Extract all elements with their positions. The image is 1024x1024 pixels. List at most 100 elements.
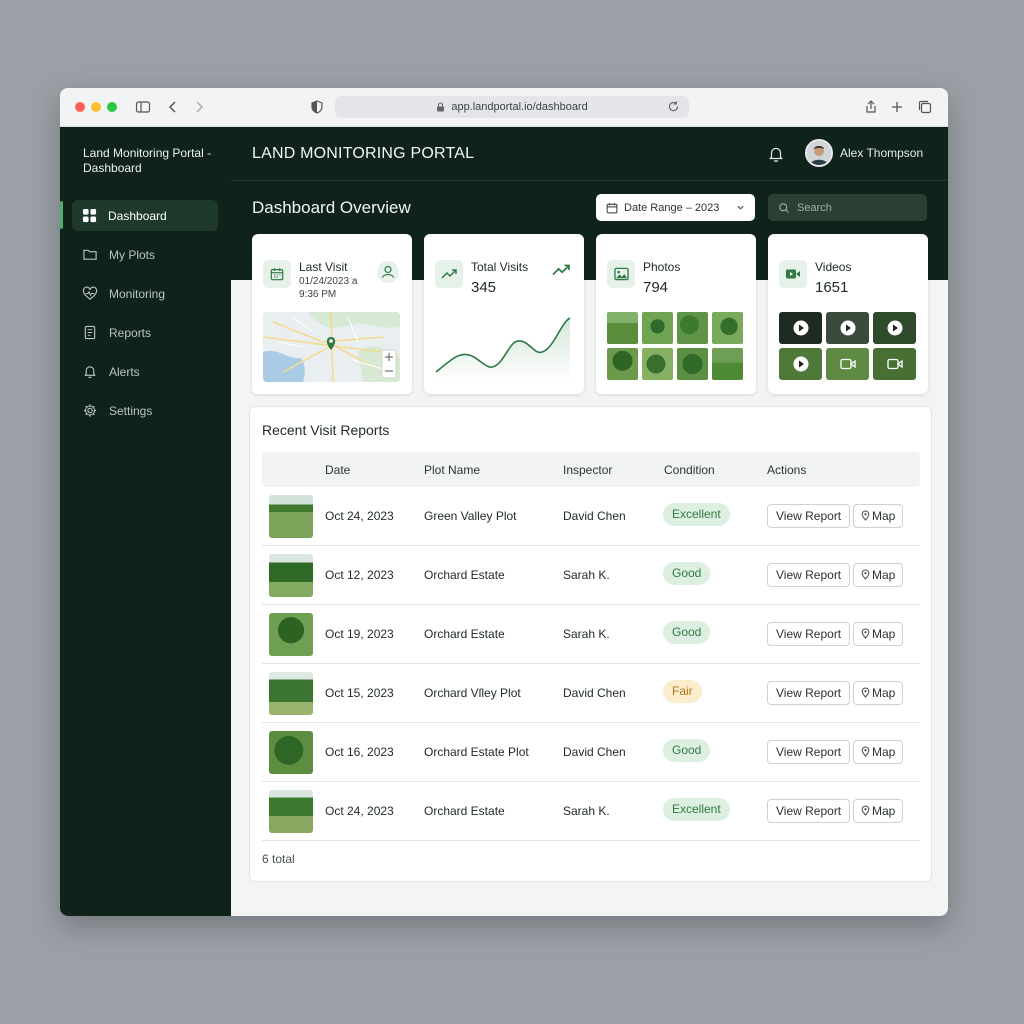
sidebar-item-my-plots[interactable]: My Plots xyxy=(72,239,218,270)
column-header-condition[interactable]: Condition xyxy=(664,463,715,477)
sidebar-item-reports[interactable]: Reports xyxy=(72,317,218,348)
photo-thumbnail[interactable] xyxy=(677,348,708,380)
sidebar-item-settings[interactable]: Settings xyxy=(72,395,218,426)
plot-thumbnail[interactable] xyxy=(269,672,313,715)
map-pin-icon xyxy=(861,510,870,521)
plot-thumbnail[interactable] xyxy=(269,613,313,656)
sidebar-item-label: Settings xyxy=(109,403,153,418)
map-button[interactable]: Map xyxy=(853,504,904,528)
cell-date: Oct 24, 2023 xyxy=(325,509,394,523)
tab-overview-icon[interactable] xyxy=(917,99,933,115)
play-icon xyxy=(793,320,808,336)
last-visit-value: 01/24/2023 a 9:36 PM xyxy=(299,276,358,300)
photo-thumbnail[interactable] xyxy=(642,348,673,380)
video-thumbnail[interactable] xyxy=(873,348,916,380)
plot-thumbnail[interactable] xyxy=(269,731,313,774)
video-camera-icon xyxy=(886,358,903,370)
video-thumbnail[interactable] xyxy=(826,312,869,344)
close-window-button[interactable] xyxy=(75,102,85,112)
sidebar-item-dashboard[interactable]: Dashboard xyxy=(72,200,218,231)
cell-date: Oct 16, 2023 xyxy=(325,745,394,759)
url-text: app.landportal.io/dashboard xyxy=(451,101,588,113)
photo-thumbnail[interactable] xyxy=(607,312,638,344)
cell-date: Oct 15, 2023 xyxy=(325,686,394,700)
videos-card[interactable]: Videos 1651 xyxy=(768,234,928,394)
back-icon[interactable] xyxy=(165,99,181,115)
minimize-window-button[interactable] xyxy=(91,102,101,112)
shield-icon xyxy=(311,100,323,114)
table-row[interactable]: Oct 19, 2023 Orchard Estate Sarah K. Good Vi… xyxy=(262,605,920,664)
map-button[interactable]: Map xyxy=(853,681,904,705)
plot-thumbnail[interactable] xyxy=(269,495,313,538)
address-bar[interactable]: app.landportal.io/dashboard xyxy=(335,96,689,118)
total-visits-value: 345 xyxy=(471,279,497,296)
cell-plot-name: Orchard Estate Plot xyxy=(424,745,529,759)
share-icon[interactable] xyxy=(863,99,879,115)
photo-thumbnail[interactable] xyxy=(677,312,708,344)
view-report-button[interactable]: View Report xyxy=(767,681,851,705)
date-range-select[interactable]: Date Range – 2023 xyxy=(596,194,755,221)
video-thumbnail[interactable] xyxy=(826,348,869,380)
maximize-window-button[interactable] xyxy=(107,102,117,112)
photo-thumbnail[interactable] xyxy=(712,312,743,344)
cell-inspector: Sarah K. xyxy=(563,568,610,582)
view-report-button[interactable]: View Report xyxy=(767,563,851,587)
table-row[interactable]: Oct 15, 2023 Orchard Vſley Plot David Chen… xyxy=(262,664,920,723)
plot-thumbnail[interactable] xyxy=(269,790,313,833)
table-row[interactable]: Oct 12, 2023 Orchard Estate Sarah K. Good Vi… xyxy=(262,546,920,605)
sidebar-item-label: My Plots xyxy=(109,247,156,262)
column-header-inspector[interactable]: Inspector xyxy=(563,463,612,477)
search-icon xyxy=(779,202,789,213)
app-title: LAND MONITORING PORTAL xyxy=(252,145,475,162)
total-visits-card[interactable]: Total Visits 345 xyxy=(424,234,584,394)
photo-thumbnail[interactable] xyxy=(642,312,673,344)
video-thumbnail[interactable] xyxy=(873,312,916,344)
heart-pulse-icon xyxy=(82,286,98,300)
status-badge: Good xyxy=(663,621,711,644)
column-header-date[interactable]: Date xyxy=(325,463,350,477)
forward-icon[interactable] xyxy=(191,99,207,115)
column-header-plot-name[interactable]: Plot Name xyxy=(424,463,480,477)
plot-thumbnail[interactable] xyxy=(269,554,313,597)
user-name[interactable]: Alex Thompson xyxy=(840,146,923,160)
notification-bell-icon[interactable] xyxy=(767,145,785,163)
map-button[interactable]: Map xyxy=(853,622,904,646)
last-visit-card[interactable]: Last Visit 01/24/2023 a 9:36 PM xyxy=(252,234,412,394)
new-tab-icon[interactable] xyxy=(889,99,905,115)
cell-inspector: Sarah K. xyxy=(563,804,610,818)
video-thumbnail[interactable] xyxy=(779,312,822,344)
map-button[interactable]: Map xyxy=(853,740,904,764)
photos-card[interactable]: Photos 794 xyxy=(596,234,756,394)
map-button[interactable]: Map xyxy=(853,563,904,587)
sidebar-item-monitoring[interactable]: Monitoring xyxy=(72,278,218,309)
cell-inspector: David Chen xyxy=(563,509,626,523)
photo-thumbnail[interactable] xyxy=(607,348,638,380)
avatar[interactable] xyxy=(805,139,833,167)
search-input[interactable]: Search xyxy=(768,194,927,221)
view-report-button[interactable]: View Report xyxy=(767,622,851,646)
reload-icon[interactable] xyxy=(667,100,680,113)
view-report-button[interactable]: View Report xyxy=(767,799,851,823)
map-button-label: Map xyxy=(872,745,896,759)
cell-plot-name: Orchard Estate xyxy=(424,627,505,641)
folder-icon xyxy=(83,249,97,260)
video-thumbnail[interactable] xyxy=(779,348,822,380)
mini-map[interactable] xyxy=(263,312,400,382)
video-camera-icon xyxy=(839,358,856,370)
view-report-button[interactable]: View Report xyxy=(767,504,851,528)
map-button-label: Map xyxy=(872,686,896,700)
recent-reports-panel: Recent Visit Reports Date Plot Name Insp… xyxy=(249,406,932,882)
date-range-value: Date Range – 2023 xyxy=(624,201,720,214)
photo-thumbnail[interactable] xyxy=(712,348,743,380)
table-row[interactable]: Oct 24, 2023 Orchard Estate Sarah K. Excell… xyxy=(262,782,920,841)
table-row[interactable]: Oct 24, 2023 Green Valley Plot David Chen E… xyxy=(262,487,920,546)
view-report-button[interactable]: View Report xyxy=(767,740,851,764)
sidebar-toggle-icon[interactable] xyxy=(135,99,151,115)
map-button[interactable]: Map xyxy=(853,799,904,823)
browser-toolbar: app.landportal.io/dashboard xyxy=(60,88,948,127)
sidebar-item-label: Monitoring xyxy=(109,286,166,301)
sidebar-item-alerts[interactable]: Alerts xyxy=(72,356,218,387)
calendar-icon xyxy=(606,202,618,213)
table-row[interactable]: Oct 16, 2023 Orchard Estate Plot David Che… xyxy=(262,723,920,782)
user-icon xyxy=(377,261,399,283)
